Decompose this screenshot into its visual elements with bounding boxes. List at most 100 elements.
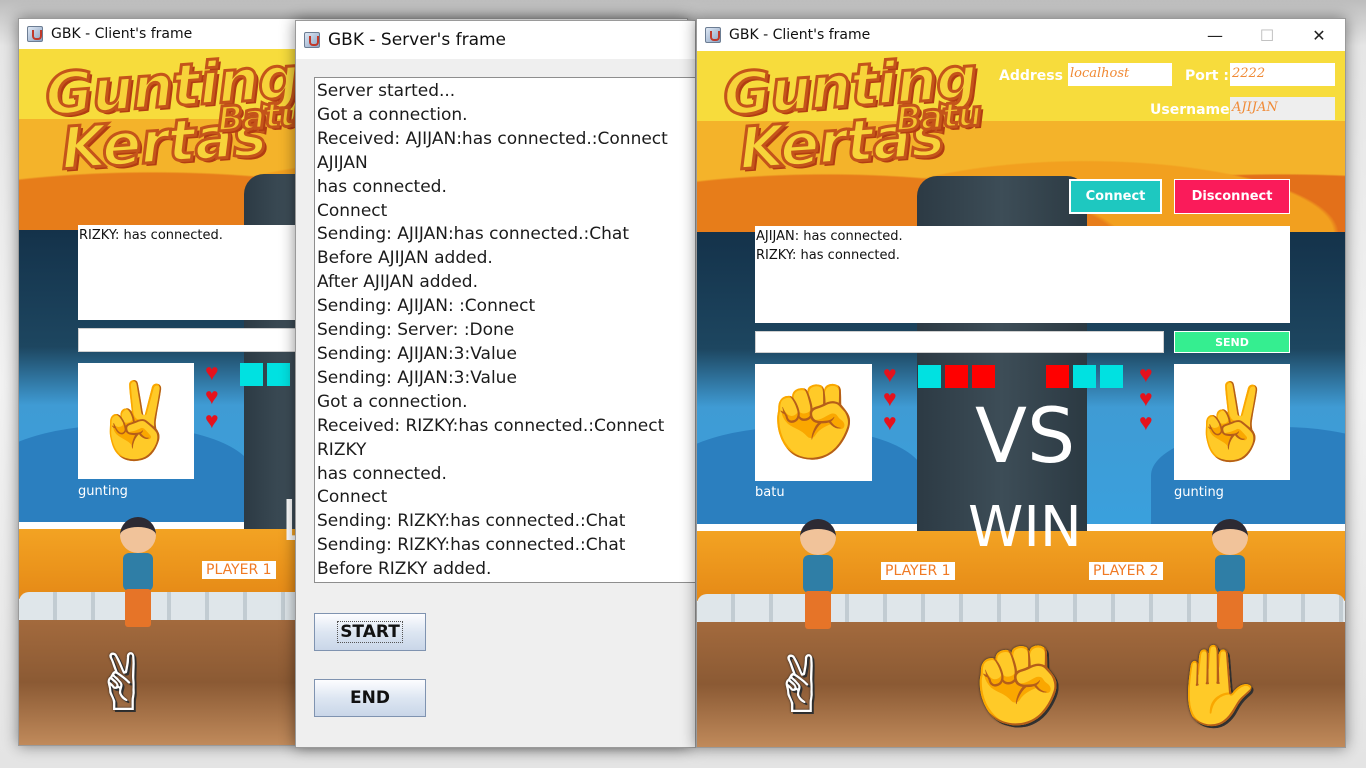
score-squares bbox=[240, 363, 290, 386]
log-line: Sending: AJIJAN:has connected.:Chat bbox=[317, 224, 630, 245]
server-title: GBK - Server's frame bbox=[328, 30, 507, 50]
log-line: Sending: Server: :Done bbox=[317, 320, 515, 341]
log-line: has connected. bbox=[317, 463, 447, 484]
username-label: Username : bbox=[1150, 102, 1241, 118]
maximize-icon[interactable]: ☐ bbox=[1241, 19, 1293, 51]
right-client-title: GBK - Client's frame bbox=[729, 27, 871, 43]
log-line: Sending: AJIJAN: :Connect bbox=[317, 296, 536, 317]
paper-button-icon[interactable]: ✋ bbox=[1167, 641, 1264, 732]
scissors-button-icon[interactable]: ✌ bbox=[91, 639, 156, 729]
scissors-hand-icon: ✌ bbox=[89, 378, 183, 462]
score-square bbox=[918, 365, 941, 388]
heart-icon: ♥ bbox=[205, 359, 219, 385]
java-app-icon bbox=[27, 26, 43, 42]
log-line: has connected. bbox=[317, 176, 447, 197]
username-field[interactable]: AJIJAN bbox=[1230, 97, 1335, 120]
score-square bbox=[972, 365, 995, 388]
log-line: Sending: RIZKY:has connected.:Chat bbox=[317, 511, 626, 532]
game-logo: Gunting Kertas Batu bbox=[41, 49, 306, 184]
java-app-icon bbox=[304, 32, 320, 48]
log-line: Connect bbox=[317, 487, 388, 508]
log-line: Before AJIJAN added. bbox=[317, 248, 493, 269]
log-line: Sending: AJIJAN:3:Value bbox=[317, 367, 517, 388]
close-icon[interactable]: ✕ bbox=[1293, 19, 1345, 51]
score-square bbox=[1046, 365, 1069, 388]
log-line: After AJIJAN added. bbox=[317, 272, 479, 293]
disconnect-button[interactable]: Disconnect bbox=[1174, 179, 1290, 214]
score-square bbox=[945, 365, 968, 388]
log-line: Sending: AJIJAN:3:Value bbox=[317, 343, 517, 364]
score-square bbox=[1073, 365, 1096, 388]
address-label: Address : bbox=[999, 68, 1074, 84]
logo-batu: Batu bbox=[215, 93, 306, 142]
log-line: RIZKY bbox=[317, 439, 367, 460]
port-field[interactable]: 2222 bbox=[1230, 63, 1335, 86]
rock-fist-icon: ✊ bbox=[767, 380, 860, 463]
log-line: AJIJAN bbox=[317, 152, 368, 173]
log-line: Got a connection. bbox=[317, 391, 468, 412]
server-log[interactable]: Server started... Got a connection. Rece… bbox=[314, 77, 695, 583]
player1-tag: PLAYER 1 bbox=[881, 562, 955, 580]
log-line: Before RIZKY added. bbox=[317, 559, 492, 580]
heart-icon: ♥ bbox=[1139, 409, 1153, 435]
start-button[interactable]: START bbox=[314, 613, 426, 651]
player2-tag: PLAYER 2 bbox=[1089, 562, 1163, 580]
server-titlebar[interactable]: GBK - Server's frame bbox=[296, 21, 695, 59]
log-line: Received: RIZKY:has connected.:Connect bbox=[317, 415, 665, 436]
right-client-titlebar[interactable]: GBK - Client's frame — ☐ ✕ bbox=[697, 19, 1345, 51]
vs-text: VS bbox=[975, 391, 1076, 480]
heart-icon: ♥ bbox=[883, 385, 897, 411]
chat-log[interactable]: RIZKY: has connected. bbox=[78, 225, 299, 320]
end-button[interactable]: END bbox=[314, 679, 426, 717]
log-line: Received: AJIJAN:has connected.:Connect bbox=[317, 128, 668, 149]
address-field[interactable]: localhost bbox=[1068, 63, 1172, 86]
player-character bbox=[113, 517, 163, 632]
rock-button-icon[interactable]: ✊ bbox=[969, 641, 1066, 732]
connect-button[interactable]: Connect bbox=[1069, 179, 1162, 214]
scissors-hand-icon: ✌ bbox=[1185, 379, 1279, 463]
scissors-button-icon[interactable]: ✌ bbox=[769, 641, 834, 731]
heart-icon: ♥ bbox=[1139, 385, 1153, 411]
port-label: Port : bbox=[1185, 68, 1229, 84]
game-logo: Gunting Kertas Batu bbox=[719, 51, 983, 184]
right-game-scene: Gunting Kertas Batu Address : localhost … bbox=[697, 51, 1345, 747]
start-button-label: START bbox=[337, 621, 403, 643]
heart-icon: ♥ bbox=[205, 383, 219, 409]
log-line: Sending: RIZKY:has connected.:Chat bbox=[317, 535, 626, 556]
log-line: Connect bbox=[317, 200, 388, 221]
player2-score-squares bbox=[1046, 365, 1123, 388]
window-controls: — ☐ ✕ bbox=[1189, 19, 1345, 51]
player2-hand-label: gunting bbox=[1174, 485, 1224, 500]
chat-log[interactable]: AJIJAN: has connected. RIZKY: has connec… bbox=[755, 226, 1290, 323]
player1-score-squares bbox=[918, 365, 995, 388]
heart-icon: ♥ bbox=[883, 409, 897, 435]
score-square bbox=[267, 363, 290, 386]
heart-icon: ♥ bbox=[205, 407, 219, 433]
player1-lives: ♥ ♥ ♥ bbox=[883, 363, 897, 434]
player-hand-image: ✌ bbox=[78, 363, 194, 479]
score-square bbox=[1100, 365, 1123, 388]
player2-character bbox=[1205, 519, 1255, 634]
player1-character bbox=[793, 519, 843, 634]
player-tag: PLAYER 1 bbox=[202, 561, 276, 579]
send-button[interactable]: SEND bbox=[1174, 331, 1290, 353]
chat-input[interactable] bbox=[755, 331, 1164, 353]
score-square bbox=[240, 363, 263, 386]
minimize-icon[interactable]: — bbox=[1189, 19, 1241, 51]
result-text: WIN bbox=[968, 495, 1082, 560]
player2-hand-image: ✌ bbox=[1174, 364, 1290, 480]
player-hand-label: gunting bbox=[78, 484, 128, 499]
heart-icon: ♥ bbox=[1139, 361, 1153, 387]
server-window: GBK - Server's frame Server started... G… bbox=[295, 20, 696, 748]
player2-lives: ♥ ♥ ♥ bbox=[1139, 363, 1153, 434]
heart-icon: ♥ bbox=[883, 361, 897, 387]
left-client-title: GBK - Client's frame bbox=[51, 26, 193, 42]
right-client-window: GBK - Client's frame — ☐ ✕ Gunting Kerta… bbox=[696, 18, 1346, 748]
player1-hand-image: ✊ bbox=[755, 364, 872, 481]
player-lives: ♥ ♥ ♥ bbox=[205, 361, 219, 432]
end-button-label: END bbox=[350, 688, 390, 708]
chat-input[interactable] bbox=[78, 328, 299, 352]
java-app-icon bbox=[705, 27, 721, 43]
log-line: Server started... bbox=[317, 81, 456, 101]
player1-hand-label: batu bbox=[755, 485, 785, 500]
